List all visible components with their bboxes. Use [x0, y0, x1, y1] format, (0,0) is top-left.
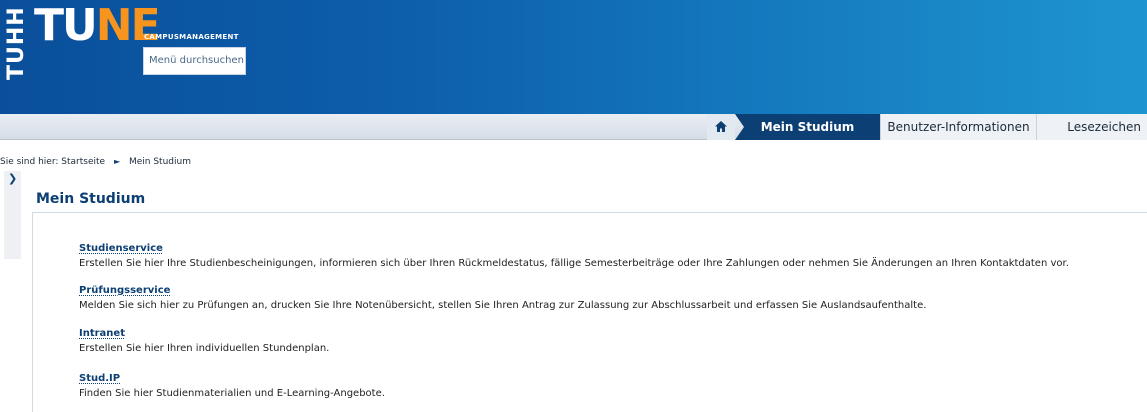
service-link-intranet[interactable]: Intranet	[79, 328, 125, 339]
logo-tune[interactable]: TUNE	[34, 0, 161, 51]
service-link-studienservice[interactable]: Studienservice	[79, 243, 163, 254]
service-link-pruefungsservice[interactable]: Prüfungsservice	[79, 285, 170, 296]
breadcrumb-prefix: Sie sind hier:	[0, 157, 59, 167]
breadcrumb-current: Mein Studium	[128, 157, 191, 167]
nav-tab-lesezeichen[interactable]: Lesezeichen	[1036, 114, 1147, 140]
breadcrumb: Sie sind hier: Startseite ► Mein Studium	[0, 157, 191, 167]
page-title: Mein Studium	[36, 191, 146, 207]
logo-tuhh: TUHH	[4, 6, 29, 80]
logo-tune-part1: TU	[34, 0, 98, 51]
breadcrumb-separator-icon: ►	[113, 157, 121, 166]
service-item-studienservice: Studienservice Erstellen Sie hier Ihre S…	[79, 236, 1069, 269]
service-description: Erstellen Sie hier Ihren individuellen S…	[79, 343, 330, 354]
service-description: Melden Sie sich hier zu Prüfungen an, dr…	[79, 300, 927, 311]
nav-tab-mein-studium[interactable]: Mein Studium	[735, 114, 880, 140]
menu-search-input[interactable]: Menü durchsuchen	[143, 47, 246, 75]
service-link-studip[interactable]: Stud.IP	[79, 373, 120, 384]
logo-tune-part2: NE	[95, 0, 161, 51]
sidebar-expand-icon[interactable]: ❯	[8, 172, 17, 185]
nav-tab-benutzer-informationen[interactable]: Benutzer-Informationen	[880, 114, 1036, 140]
top-navigation: Mein Studium Benutzer-Informationen Lese…	[0, 114, 1147, 140]
breadcrumb-home-link[interactable]: Startseite	[61, 157, 105, 167]
service-item-pruefungsservice: Prüfungsservice Melden Sie sich hier zu …	[79, 278, 926, 311]
service-description: Erstellen Sie hier Ihre Studienbescheini…	[79, 258, 1069, 269]
header-banner: TUHH TUNE CAMPUSMANAGEMENT Menü durchsuc…	[0, 0, 1147, 114]
service-item-intranet: Intranet Erstellen Sie hier Ihren indivi…	[79, 321, 329, 354]
home-icon	[714, 118, 728, 137]
service-item-studip: Stud.IP Finden Sie hier Studienmateriali…	[79, 366, 385, 399]
logo-subtitle: CAMPUSMANAGEMENT	[144, 33, 239, 41]
service-description: Finden Sie hier Studienmaterialien und E…	[79, 388, 385, 399]
nav-home-button[interactable]	[707, 114, 735, 140]
